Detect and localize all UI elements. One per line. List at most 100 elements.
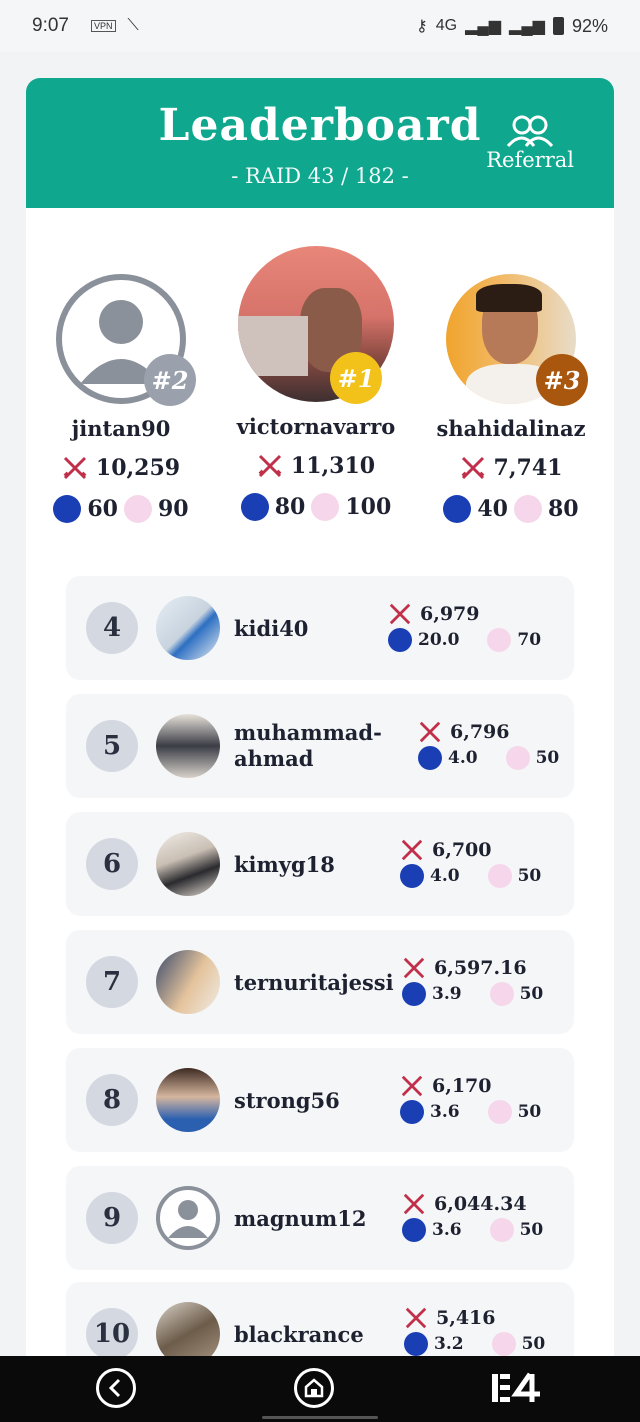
steem-icon xyxy=(53,495,82,523)
rank-number: 9 xyxy=(86,1192,138,1244)
list-item[interactable]: 8 strong56 6,170 3.6 50 xyxy=(66,1048,574,1152)
score-value: 6,700 xyxy=(432,839,492,861)
home-button[interactable] xyxy=(294,1368,334,1408)
list-item[interactable]: 7 ternuritajessi 6,597.16 3.9 50 xyxy=(66,930,574,1034)
sticker-icon xyxy=(311,493,340,521)
sticker-value: 80 xyxy=(548,496,579,522)
recents-button[interactable] xyxy=(490,1370,544,1410)
sticker-icon xyxy=(505,746,530,770)
sticker-icon xyxy=(124,495,152,523)
sticker-value: 50 xyxy=(521,1334,546,1354)
leaderboard-header: Leaderboard - RAID 43 / 182 - Referral xyxy=(26,78,614,208)
sticker-value: 50 xyxy=(535,748,560,768)
referral-label: Referral xyxy=(486,148,574,172)
sticker-value: 50 xyxy=(519,984,544,1004)
player-name: ternuritajessi xyxy=(234,970,394,995)
podium-third[interactable]: #3 shahidalinaz 7,741 40 80 xyxy=(426,274,596,523)
steem-value: 3.6 xyxy=(430,1102,460,1122)
swords-icon xyxy=(403,1193,425,1215)
users-icon xyxy=(506,115,554,148)
avatar xyxy=(156,950,220,1014)
player-stats: 6,597.16 3.9 50 xyxy=(402,956,543,1006)
player-name-line1: muhammad- xyxy=(234,720,382,745)
steem-value: 60 xyxy=(87,496,118,522)
steem-value: 4.0 xyxy=(448,748,478,768)
steem-value: 4.0 xyxy=(430,866,460,886)
back-button[interactable] xyxy=(96,1368,136,1408)
player-stats: 5,416 3.2 50 xyxy=(404,1306,545,1356)
referral-button[interactable]: Referral xyxy=(486,114,574,172)
swords-icon xyxy=(63,456,87,480)
list-item[interactable]: 5 muhammad- ahmad 6,796 4.0 50 xyxy=(66,694,574,798)
steem-icon xyxy=(402,1218,426,1242)
player-name: jintan90 xyxy=(71,416,171,441)
list-item[interactable]: 4 kidi40 6,979 20.0 70 xyxy=(66,576,574,680)
avatar xyxy=(156,1068,220,1132)
steem-icon xyxy=(418,746,442,770)
swords-icon xyxy=(401,839,423,861)
steem-value: 3.2 xyxy=(434,1334,464,1354)
score-value: 10,259 xyxy=(95,455,181,481)
list-item[interactable]: 6 kimyg18 6,700 4.0 50 xyxy=(66,812,574,916)
player-name: victornavarro xyxy=(236,414,396,439)
avatar xyxy=(156,714,220,778)
player-stats: 6,796 4.0 50 xyxy=(418,720,559,770)
sticker-value: 70 xyxy=(517,630,542,650)
rank-number: 10 xyxy=(86,1308,138,1360)
list-item[interactable]: 9 magnum12 6,044.34 3.6 50 xyxy=(66,1166,574,1270)
swords-icon xyxy=(389,603,411,625)
swords-icon xyxy=(258,454,282,478)
leaderboard-card: Leaderboard - RAID 43 / 182 - Referral #… xyxy=(26,78,614,1378)
player-stats: 6,979 20.0 70 xyxy=(388,602,541,652)
rank-badge: #1 xyxy=(330,352,382,404)
network-type: 4G xyxy=(435,17,458,34)
player-name: strong56 xyxy=(234,1088,340,1113)
key-icon: ⚷ xyxy=(416,18,428,35)
player-score: 7,741 xyxy=(426,455,596,481)
sticker-icon xyxy=(489,982,514,1006)
signal2-icon: ▂▄▆ xyxy=(509,18,545,35)
sticker-value: 50 xyxy=(519,1220,544,1240)
swords-icon xyxy=(419,721,441,743)
steem-icon xyxy=(240,493,269,521)
sticker-value: 50 xyxy=(517,866,542,886)
rank-badge: #2 xyxy=(144,354,196,406)
clock: 9:07 xyxy=(32,15,69,36)
steem-icon xyxy=(404,1332,428,1356)
default-user-icon xyxy=(168,1200,208,1238)
player-name: shahidalinaz xyxy=(436,416,586,441)
notification-icon: ⟍ xyxy=(127,17,139,34)
steem-value: 3.6 xyxy=(432,1220,462,1240)
player-name: magnum12 xyxy=(234,1206,367,1231)
sticker-icon xyxy=(487,628,512,652)
sticker-icon xyxy=(491,1332,516,1356)
battery-icon xyxy=(552,17,564,35)
podium-second[interactable]: #2 jintan90 10,259 60 90 xyxy=(36,274,206,523)
player-stats: 6,700 4.0 50 xyxy=(400,838,541,888)
status-bar: 9:07 VPN ⟍ ⚷ 4G ▂▄▆ ▂▄▆ 92% xyxy=(0,0,640,52)
score-value: 6,979 xyxy=(420,603,480,625)
steem-value: 40 xyxy=(477,496,508,522)
steem-icon xyxy=(388,628,412,652)
score-value: 11,310 xyxy=(290,453,376,479)
score-value: 6,170 xyxy=(432,1075,492,1097)
vpn-indicator: VPN xyxy=(90,20,116,32)
player-name: kimyg18 xyxy=(234,852,335,877)
player-name-line2: ahmad xyxy=(234,746,314,771)
score-value: 7,741 xyxy=(493,455,563,481)
podium-first[interactable]: #1 victornavarro 11,310 80 100 xyxy=(226,246,406,521)
avatar xyxy=(156,1186,220,1250)
player-name: kidi40 xyxy=(234,616,309,641)
podium: #2 jintan90 10,259 60 90 #1 victornavarr… xyxy=(26,246,614,546)
sticker-icon xyxy=(487,1100,512,1124)
home-icon xyxy=(304,1378,324,1398)
swords-icon xyxy=(401,1075,423,1097)
steem-icon xyxy=(402,982,426,1006)
player-name: muhammad- ahmad xyxy=(234,720,382,772)
player-stats: 6,044.34 3.6 50 xyxy=(402,1192,543,1242)
avatar xyxy=(156,832,220,896)
player-score: 10,259 xyxy=(36,455,206,481)
rank-number: 7 xyxy=(86,956,138,1008)
rank-badge: #3 xyxy=(536,354,588,406)
rank-number: 5 xyxy=(86,720,138,772)
